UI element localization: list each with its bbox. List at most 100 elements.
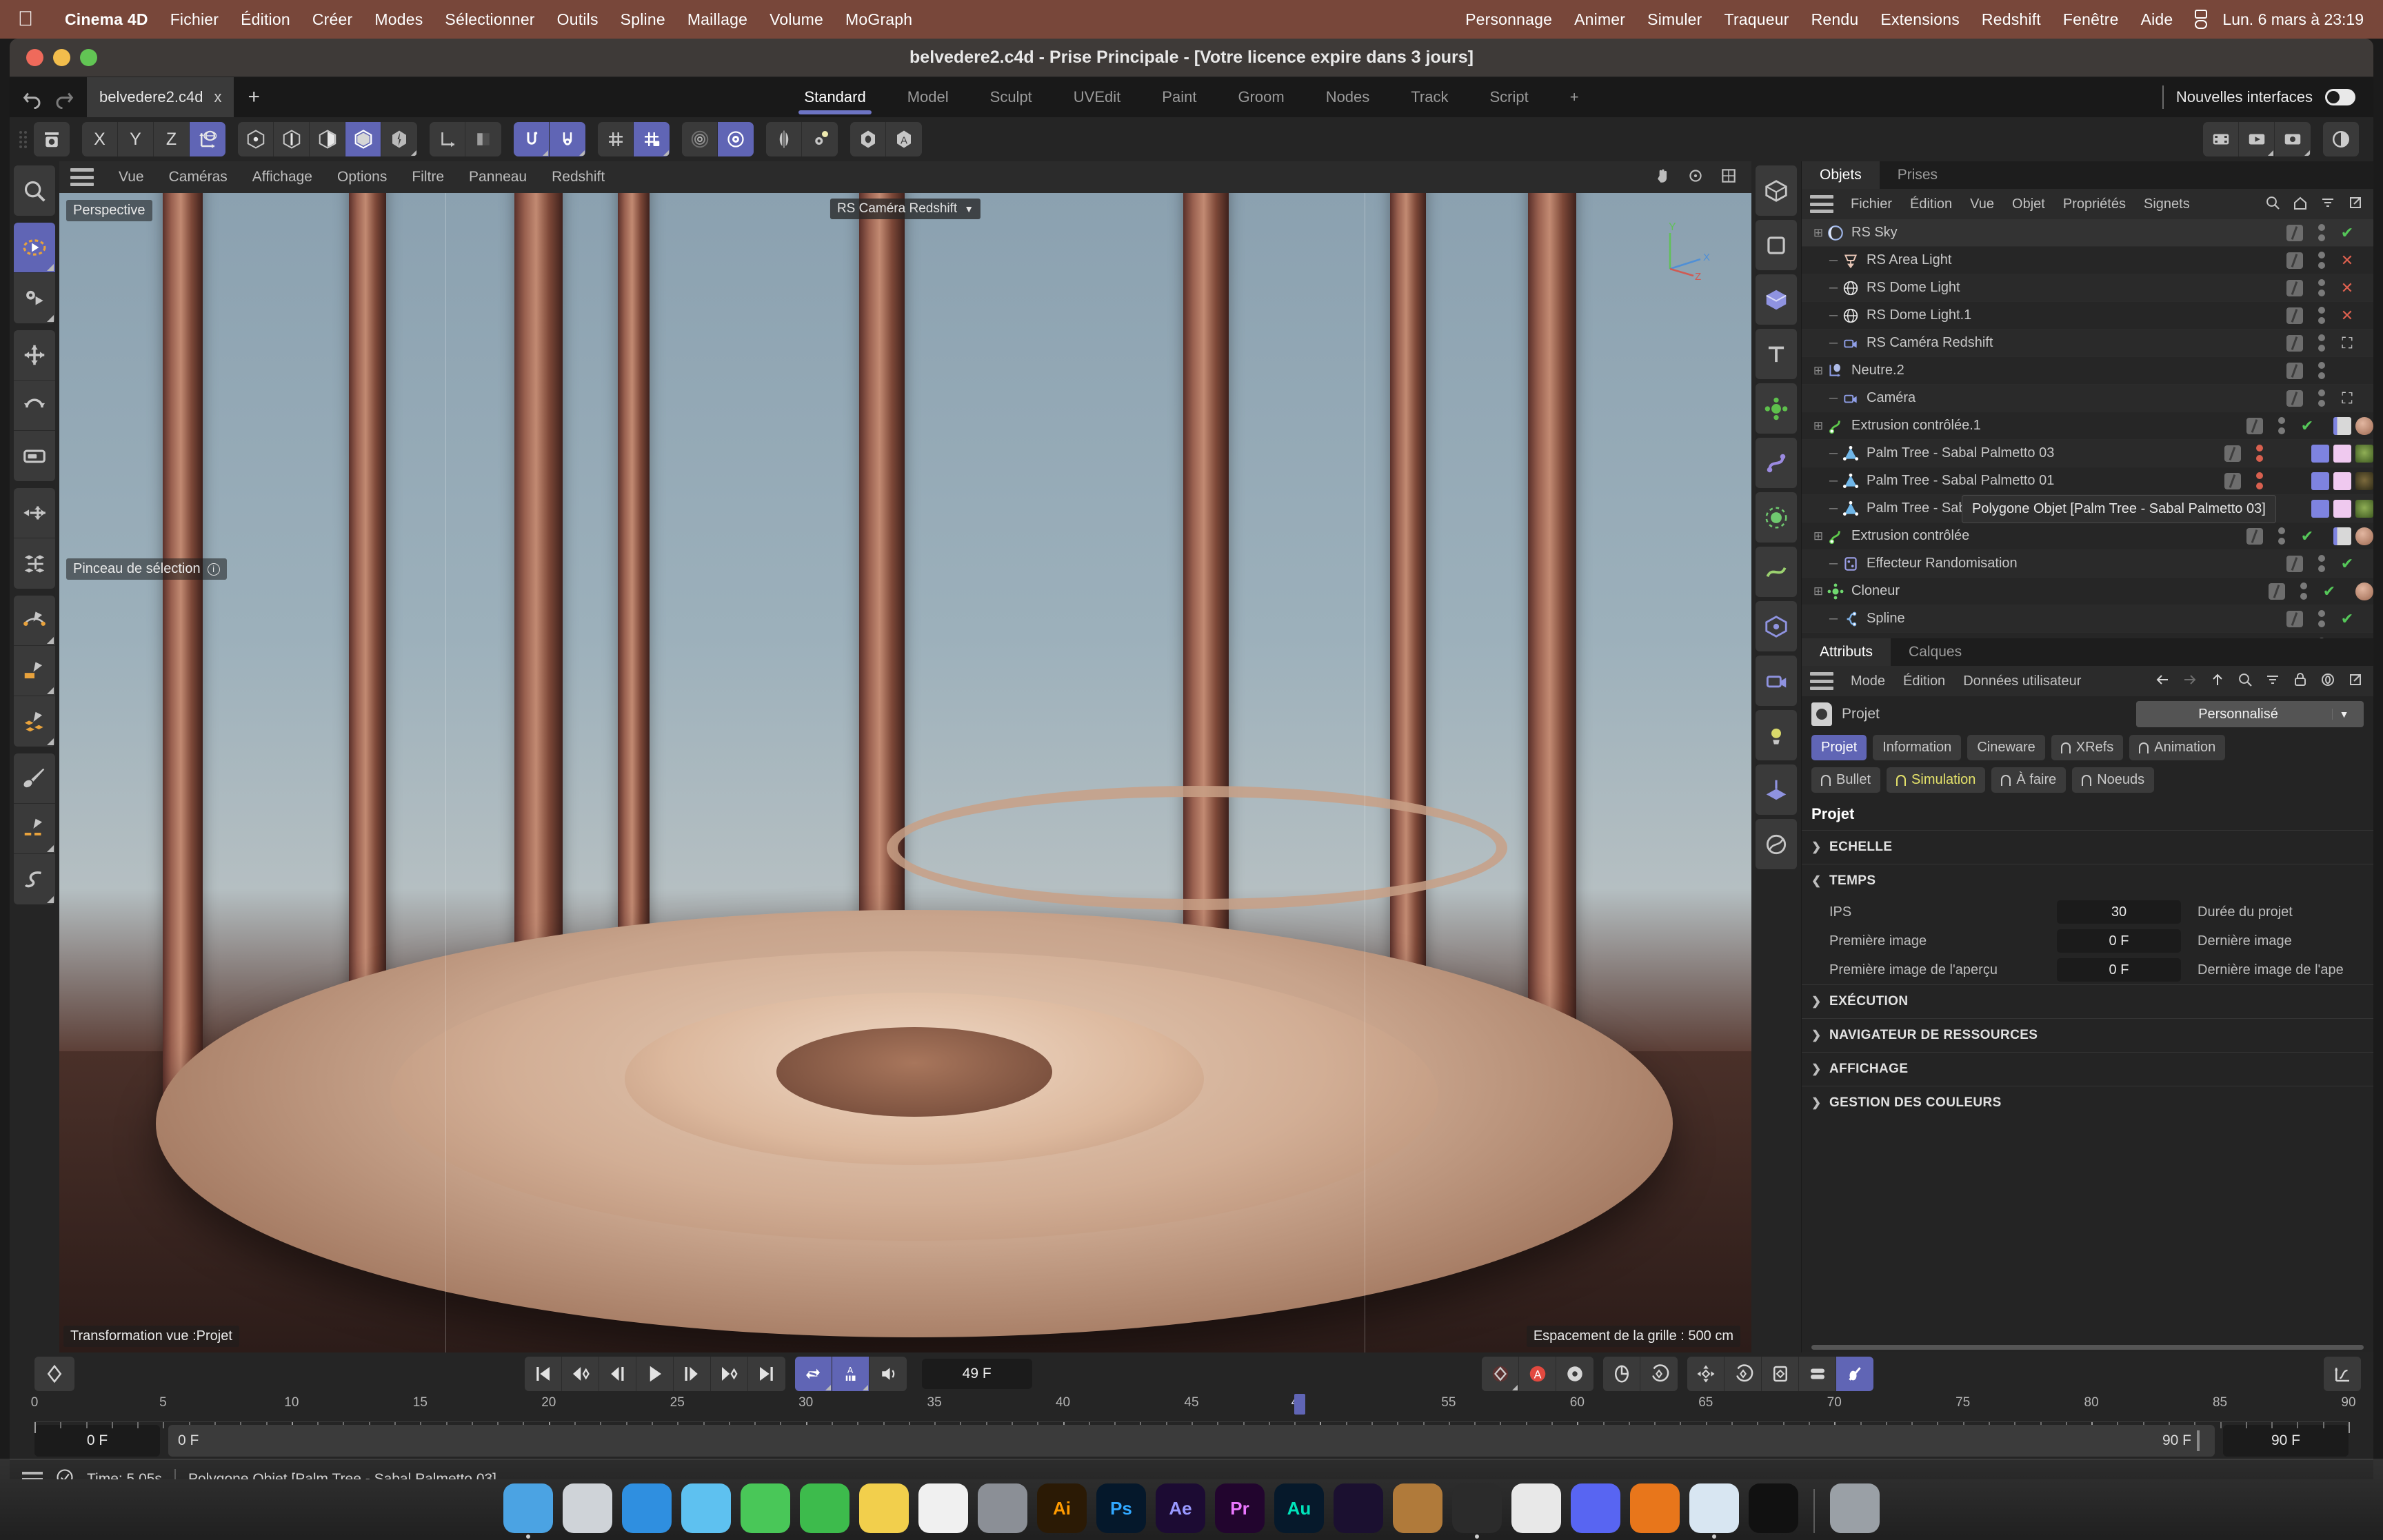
tab-attributs[interactable]: Attributs (1802, 638, 1891, 666)
attrmenu-donnees[interactable]: Données utilisateur (1954, 673, 2090, 689)
viewport-menu-icon[interactable] (70, 168, 94, 186)
target-icon[interactable] (2320, 671, 2336, 691)
chevron-down-icon[interactable]: ▼ (2332, 709, 2355, 720)
objmenu-vue[interactable]: Vue (1961, 196, 2003, 212)
objmenu-fichier[interactable]: Fichier (1842, 196, 1901, 212)
expander-icon[interactable]: ⊞ (1811, 585, 1825, 598)
menu-item-modes[interactable]: Modes (363, 10, 434, 29)
object-enable-icon[interactable]: ✔ (2293, 417, 2321, 435)
visibility-dots[interactable] (2310, 610, 2333, 627)
lock-y-axis-button[interactable]: Y (118, 122, 154, 156)
viewmenu-affichage[interactable]: Affichage (240, 169, 325, 185)
preview-range-slider[interactable]: 0 F 90 F (168, 1425, 2215, 1457)
key-pla-filter[interactable] (1836, 1357, 1874, 1391)
expander-icon[interactable]: ⊞ (1811, 364, 1825, 378)
floor-object-icon[interactable] (1756, 764, 1797, 815)
folder-temps[interactable]: ❮ TEMPS (1802, 864, 2373, 898)
menu-item-fenetre[interactable]: Fenêtre (2052, 10, 2130, 29)
magnifier-icon[interactable] (14, 165, 55, 216)
next-frame-button[interactable] (673, 1357, 711, 1391)
viewmenu-vue[interactable]: Vue (106, 169, 157, 185)
attribute-menu-icon[interactable] (1810, 672, 1833, 690)
up-arrow-icon[interactable] (2209, 671, 2226, 691)
record-active-button[interactable] (1482, 1357, 1520, 1391)
snap-settings-button[interactable] (550, 122, 585, 156)
objmenu-signets[interactable]: Signets (2135, 196, 2199, 212)
light-object-icon[interactable] (1756, 710, 1797, 760)
tab-paint[interactable]: Paint (1141, 77, 1217, 117)
attrtab-afaire[interactable]: À faire (1991, 767, 2067, 793)
object-tag[interactable] (2333, 527, 2351, 545)
dock-item-illustrator[interactable]: Ai (1037, 1483, 1087, 1533)
redshift-icon[interactable] (2323, 122, 2359, 156)
object-tag[interactable] (2333, 499, 2351, 518)
folder-execution[interactable]: ❯ EXÉCUTION (1802, 984, 2373, 1018)
menu-item-selectionner[interactable]: Sélectionner (434, 10, 545, 29)
object-row[interactable]: ─ Palm Tree - Sabal Palmetto 03 (1802, 440, 2373, 467)
move-axis-icon[interactable] (14, 488, 55, 538)
object-mode-button[interactable] (345, 122, 381, 156)
visibility-dots[interactable] (2292, 582, 2315, 600)
attrtab-cineware[interactable]: Cineware (1967, 735, 2045, 760)
fcurve-icon[interactable] (2324, 1357, 2362, 1391)
generator-icon[interactable] (1756, 547, 1797, 597)
objmenu-proprietes[interactable]: Propriétés (2054, 196, 2135, 212)
object-enable-icon[interactable]: ✔ (2293, 527, 2321, 545)
objmenu-edition[interactable]: Édition (1901, 196, 1961, 212)
tab-track[interactable]: Track (1390, 77, 1469, 117)
dock-item-safari[interactable] (622, 1483, 672, 1533)
dock-item-premiere[interactable]: Pr (1215, 1483, 1265, 1533)
new-interfaces-toggle[interactable] (2325, 89, 2355, 105)
object-row[interactable]: ─ RS Dome Light ✕ (1802, 274, 2373, 302)
filter-icon[interactable] (2320, 194, 2336, 214)
text-tool-icon[interactable] (1756, 329, 1797, 379)
camera-object-icon[interactable] (1756, 656, 1797, 706)
menu-item-maillage[interactable]: Maillage (676, 10, 758, 29)
object-row[interactable]: ⊞ Cloneur ✔ (1802, 578, 2373, 605)
pan-hand-icon[interactable] (1653, 167, 1671, 188)
object-enable-icon[interactable]: ✕ (2333, 252, 2361, 270)
back-arrow-icon[interactable] (2154, 671, 2171, 691)
render-settings-icon[interactable] (2275, 122, 2311, 156)
world-coordinates-button[interactable] (190, 122, 225, 156)
dynamic-places-button[interactable] (718, 122, 754, 156)
maximize-button[interactable] (80, 49, 97, 66)
menu-clock[interactable]: Lun. 6 mars à 23:19 (2222, 10, 2368, 29)
object-enable-icon[interactable]: ⛶ (2333, 389, 2361, 407)
dock-item-finder[interactable] (503, 1483, 553, 1533)
viewport-solo-icon[interactable] (850, 122, 886, 156)
dock-item-discord[interactable] (1571, 1483, 1620, 1533)
object-enable-icon[interactable]: ✔ (2333, 224, 2361, 242)
visibility-dots[interactable] (2310, 389, 2333, 407)
tab-script[interactable]: Script (1469, 77, 1549, 117)
grid-snap-button[interactable] (598, 122, 634, 156)
content-browser-icon[interactable] (34, 122, 70, 156)
rotation-key-button[interactable] (1640, 1357, 1678, 1391)
material-icon[interactable] (1756, 819, 1797, 869)
menu-item-outils[interactable]: Outils (546, 10, 610, 29)
key-rotation-filter[interactable] (1725, 1357, 1762, 1391)
ips-input[interactable]: 30 (2057, 900, 2181, 924)
object-tag[interactable] (2311, 472, 2329, 490)
object-tag[interactable] (2311, 444, 2329, 463)
viewmenu-filtre[interactable]: Filtre (399, 169, 456, 185)
object-manager-menu-icon[interactable] (1810, 195, 1833, 213)
object-tag[interactable] (2355, 472, 2373, 490)
edit-state-icon[interactable] (2286, 362, 2303, 379)
undo-icon[interactable] (22, 88, 43, 110)
box-object-icon[interactable] (1756, 274, 1797, 325)
menu-item-edition[interactable]: Édition (230, 10, 301, 29)
lock-z-axis-button[interactable]: Z (154, 122, 190, 156)
key-position-filter[interactable] (1687, 1357, 1725, 1391)
goto-start-button[interactable] (524, 1357, 562, 1391)
deformer-icon[interactable] (1756, 438, 1797, 488)
folder-gestion-couleurs[interactable]: ❯ GESTION DES COULEURS (1802, 1086, 2373, 1119)
expander-icon[interactable]: ⊞ (1811, 226, 1825, 240)
expander-icon[interactable]: ⊞ (1811, 529, 1825, 543)
tab-prises[interactable]: Prises (1880, 161, 1955, 189)
render-view-icon[interactable] (2203, 122, 2239, 156)
object-manager-list[interactable]: ⊞ RS Sky ✔ ─ RS Area Light ✕ ─ RS Dome Light ✕ ─ R… (1802, 219, 2373, 638)
sound-button[interactable] (869, 1357, 907, 1391)
object-tag[interactable] (2311, 499, 2329, 518)
dock-item-numbers[interactable] (800, 1483, 849, 1533)
